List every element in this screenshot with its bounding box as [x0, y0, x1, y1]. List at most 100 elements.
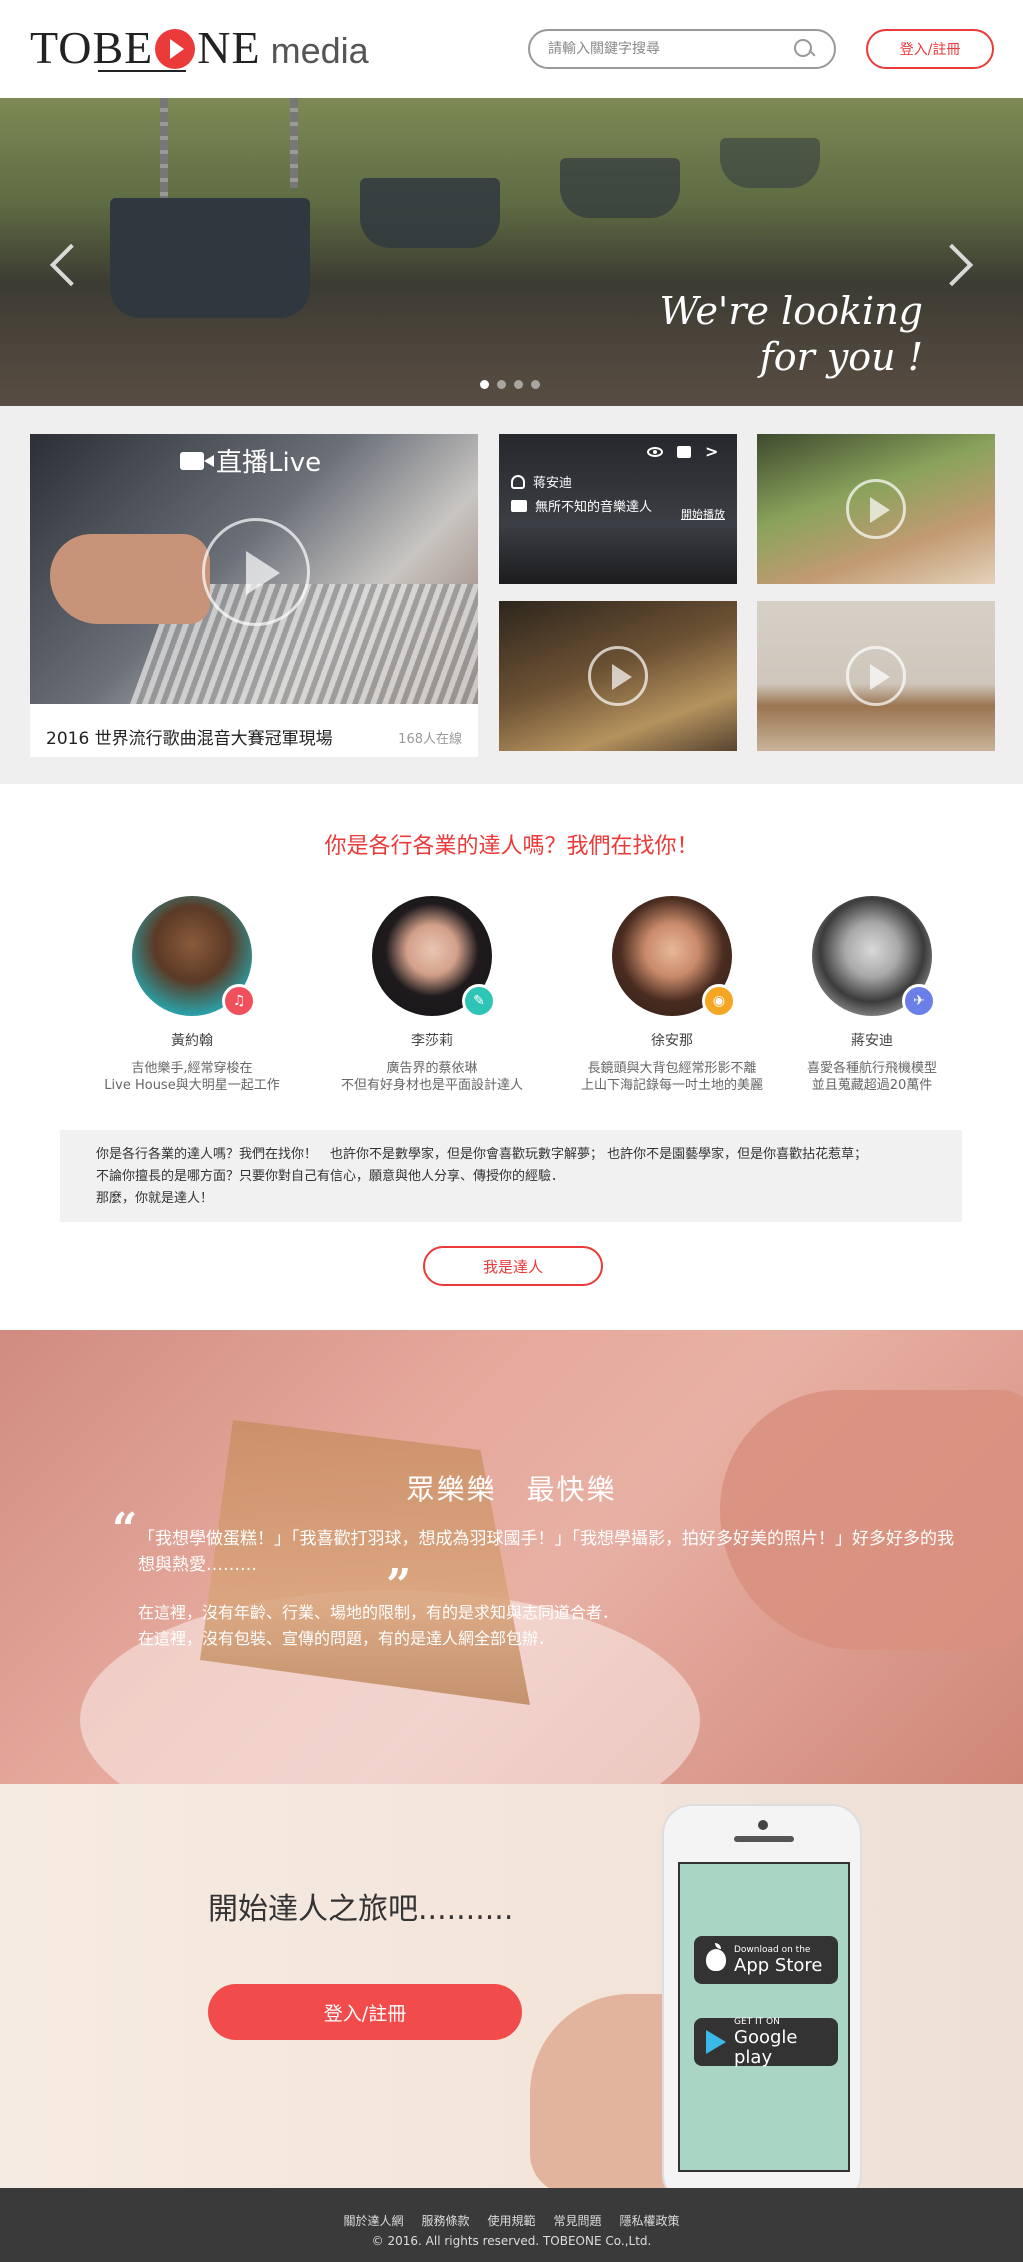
hero-tagline-line2: for you ! [759, 335, 923, 379]
phone-mockup: Download on the App Store GET IT ON Goog… [662, 1804, 862, 2188]
live-video-card[interactable]: 直播Live 2016 世界流行歌曲混音大賽冠軍現場 168人在線 [30, 434, 478, 757]
search-box [528, 29, 836, 69]
play-logo-icon [155, 29, 196, 69]
video-thumbnail-vegetables[interactable] [757, 434, 995, 584]
thumbnail-user: 蒋安迪 [511, 472, 572, 491]
google-play-text: GET IT ON Google play [734, 2017, 826, 2068]
avatar: ✎ [372, 896, 496, 1018]
logo[interactable]: TOBE NE media [30, 21, 369, 73]
community-section: 眾樂樂 最快樂 “ 「我想學做蛋糕！」「我喜歡打羽球，想成為羽球國手！」「我想學… [0, 1330, 1023, 1784]
talent-description-line: 喜愛各種航行飛機模型 [806, 1061, 937, 1076]
live-video-thumbnail: 直播Live [30, 434, 478, 704]
talent-description-line: 廣告界的蔡依琳 [386, 1061, 478, 1076]
play-icon[interactable] [846, 479, 906, 539]
talent-description: 長鏡頭與大背包經常形影不離 上山下海記錄每一吋土地的美麗 [562, 1060, 782, 1094]
avatar: ♫ [132, 896, 256, 1018]
thumbnail-description: 無所不知的音樂達人 [511, 496, 652, 515]
swing-chain [290, 98, 298, 188]
swing-seat [110, 198, 310, 318]
app-store-button[interactable]: Download on the App Store [694, 1936, 838, 1984]
site-header: TOBE NE media 登入/註冊 [0, 0, 1023, 98]
carousel-dot[interactable] [514, 380, 523, 389]
thumbnail-user-name: 蒋安迪 [533, 476, 573, 491]
hero-tagline-line1: We're looking [659, 289, 923, 333]
site-footer: 關於達人網 服務條款 使用規範 常見問題 隱私權政策 © 2016. All r… [0, 2188, 1023, 2262]
logo-brand-right: NE [197, 21, 261, 73]
start-playing-link[interactable]: 開始播放 [681, 506, 725, 522]
logo-brand-left: TOBE [30, 21, 154, 73]
brush-icon: ✎ [462, 984, 496, 1018]
talents-section: 你是各行各業的達人嗎？我們在找你！ ♫ 黃約翰 吉他樂手,經常穿梭在 Live … [0, 784, 1023, 1330]
talent-description-line: 長鏡頭與大背包經常形影不離 [587, 1061, 757, 1076]
talent-description: 喜愛各種航行飛機模型 並且蒐藏超過20萬件 [762, 1060, 982, 1094]
avatar: ◉ [612, 896, 736, 1018]
live-label: 直播Live [180, 442, 321, 479]
journey-login-button[interactable]: 登入/註冊 [208, 1984, 522, 2040]
play-icon[interactable] [202, 518, 310, 626]
swing-seat [560, 158, 680, 218]
login-register-button[interactable]: 登入/註冊 [866, 29, 994, 69]
apple-icon [706, 1943, 726, 1971]
talent-name: 黃約翰 [171, 1033, 213, 1049]
carousel-dots [480, 380, 540, 389]
video-thumbnail-concert[interactable]: 蒋安迪 無所不知的音樂達人 開始播放 [499, 434, 737, 584]
swing-chain [160, 98, 168, 208]
community-title: 眾樂樂 最快樂 [406, 1473, 617, 1506]
footer-link-about[interactable]: 關於達人網 [343, 2212, 403, 2229]
swing-seat [360, 178, 500, 248]
talents-intro-box: 你是各行各業的達人嗎？我們在找你！ 也許你不是數學家，但是你會喜歡玩數字解夢； … [60, 1130, 962, 1222]
community-body-line: 在這裡，沒有包裝、宣傳的問題，有的是達人網全部包辦． [138, 1629, 555, 1648]
app-store-text: Download on the App Store [734, 1945, 822, 1976]
footer-link-terms[interactable]: 服務條款 [421, 2212, 469, 2229]
thumbnail-description-text: 無所不知的音樂達人 [535, 500, 653, 515]
carousel-prev-arrow-icon[interactable] [49, 243, 93, 287]
footer-link-faq[interactable]: 常見問題 [554, 2212, 602, 2229]
talent-description-line: 吉他樂手,經常穿梭在 [131, 1061, 253, 1076]
video-section: 直播Live 2016 世界流行歌曲混音大賽冠軍現場 168人在線 蒋安迪 無所… [0, 406, 1023, 784]
carousel-next-arrow-icon[interactable] [930, 243, 974, 287]
play-icon[interactable] [588, 646, 648, 706]
avatar: ✈ [812, 896, 936, 1018]
thumbnail-actions [647, 442, 719, 461]
carousel-dot[interactable] [497, 380, 506, 389]
talent-card[interactable]: ◉ 徐安那 長鏡頭與大背包經常形影不離 上山下海記錄每一吋土地的美麗 [562, 896, 782, 1094]
hand [720, 1390, 1023, 1650]
live-label-text: 直播Live [216, 448, 322, 478]
phone-screen: Download on the App Store GET IT ON Goog… [678, 1862, 850, 2172]
intro-line: 那麼，你就是達人！ [96, 1191, 214, 1206]
talent-description-line: 不但有好身材也是平面設計達人 [340, 1078, 523, 1093]
video-camera-icon [180, 451, 214, 470]
google-play-big: Google play [734, 2026, 798, 2068]
search-input[interactable] [548, 41, 792, 57]
comment-icon[interactable] [677, 446, 691, 458]
journey-section: 開始達人之旅吧.......... 登入/註冊 Download on the … [0, 1784, 1023, 2188]
carousel-dot[interactable] [531, 380, 540, 389]
swing-seat [720, 138, 820, 188]
talent-description: 吉他樂手,經常穿梭在 Live House與大明星一起工作 [82, 1060, 302, 1094]
talent-card[interactable]: ✈ 蔣安迪 喜愛各種航行飛機模型 並且蒐藏超過20萬件 [762, 896, 982, 1094]
footer-link-privacy[interactable]: 隱私權政策 [620, 2212, 680, 2229]
eye-icon[interactable] [647, 447, 663, 457]
logo-underline [98, 70, 186, 72]
search-icon[interactable] [792, 37, 816, 61]
i-am-talent-button[interactable]: 我是達人 [423, 1246, 603, 1286]
share-icon[interactable] [705, 442, 719, 461]
intro-line: 你是各行各業的達人嗎？我們在找你！ 也許你不是數學家，但是你會喜歡玩數字解夢； … [96, 1147, 868, 1162]
live-viewer-count: 168人在線 [398, 732, 462, 747]
talent-description-line: 上山下海記錄每一吋土地的美麗 [580, 1078, 763, 1093]
carousel-dot[interactable] [480, 380, 489, 389]
video-camera-icon [511, 499, 527, 512]
video-thumbnail-bar[interactable] [499, 601, 737, 751]
google-play-button[interactable]: GET IT ON Google play [694, 2017, 838, 2068]
video-thumbnail-furniture[interactable] [757, 601, 995, 751]
footer-link-rules[interactable]: 使用規範 [487, 2212, 535, 2229]
intro-line: 不論你擅長的是哪方面？只要你對自己有信心，願意與他人分享、傳授你的經驗． [96, 1169, 565, 1184]
talent-card[interactable]: ✎ 李莎莉 廣告界的蔡依琳 不但有好身材也是平面設計達人 [322, 896, 542, 1094]
app-store-small: Download on the [734, 1944, 811, 1955]
talent-card[interactable]: ♫ 黃約翰 吉他樂手,經常穿梭在 Live House與大明星一起工作 [82, 896, 302, 1094]
user-icon [511, 474, 525, 489]
talent-description: 廣告界的蔡依琳 不但有好身材也是平面設計達人 [322, 1060, 542, 1094]
play-icon[interactable] [846, 646, 906, 706]
community-body-line: 在這裡，沒有年齡、行業、場地的限制，有的是求知與志同道合者． [138, 1603, 619, 1622]
footer-links: 關於達人網 服務條款 使用規範 常見問題 隱私權政策 [0, 2212, 1023, 2229]
